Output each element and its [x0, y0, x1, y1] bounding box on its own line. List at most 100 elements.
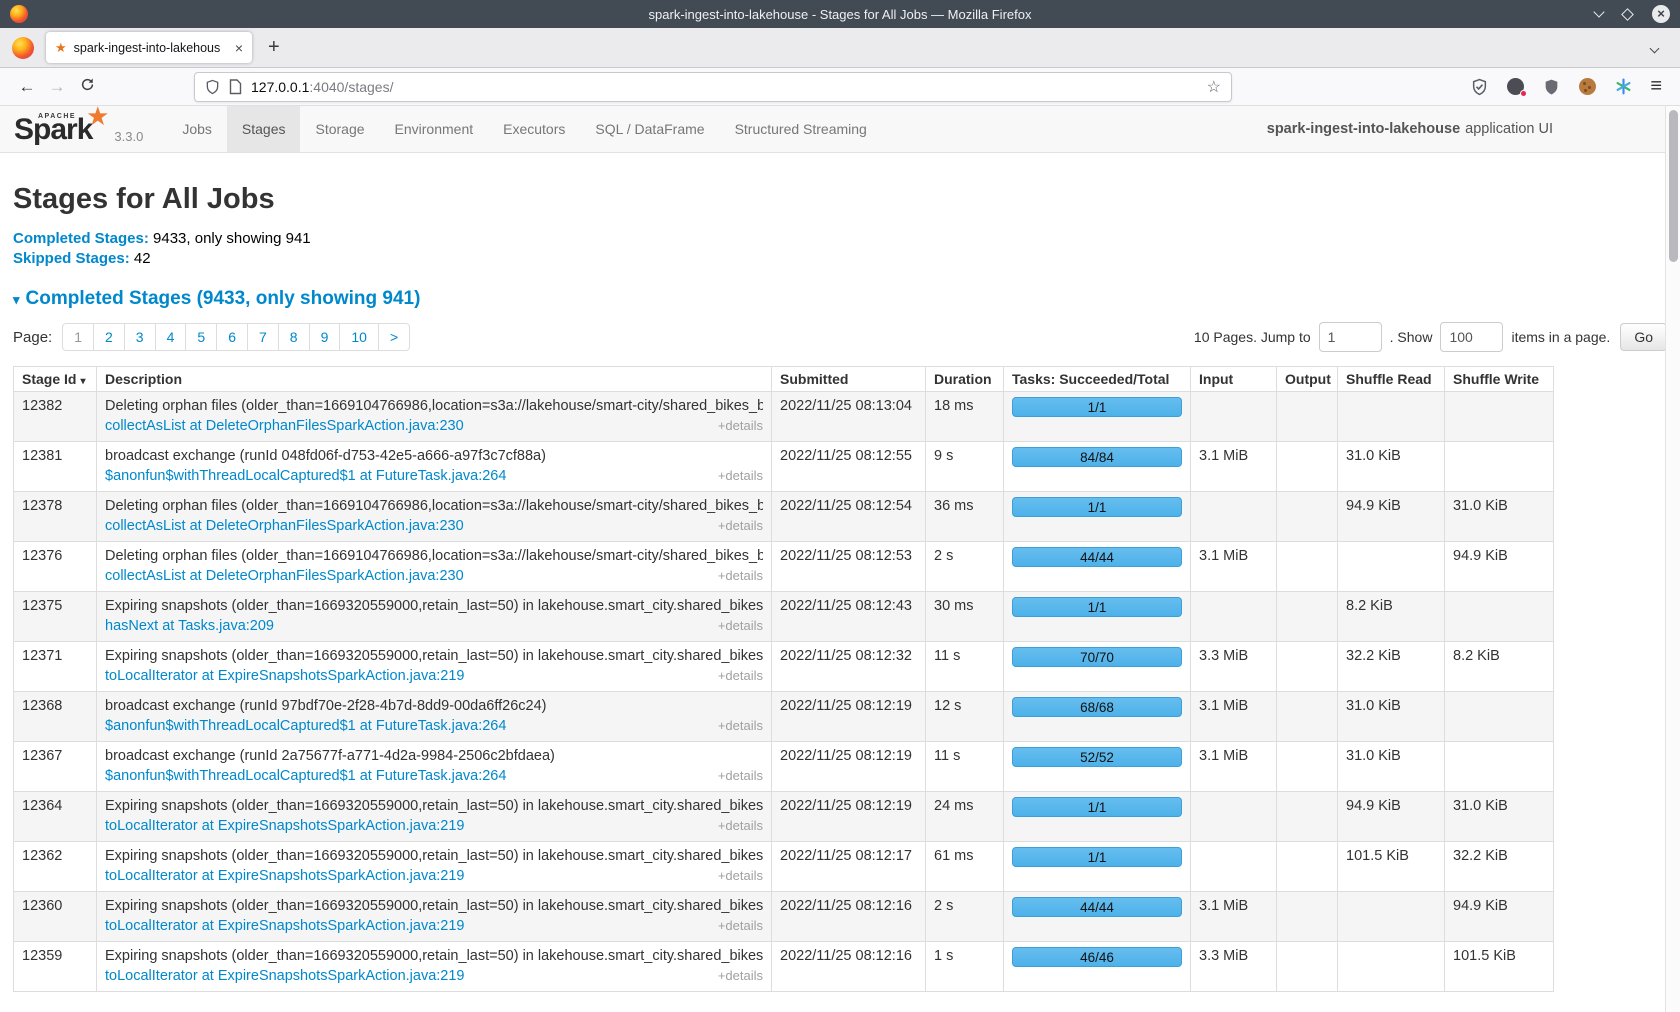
stage-callsite-link[interactable]: toLocalIterator at ExpireSnapshotsSparkA…	[105, 967, 465, 986]
nav-item-structured-streaming[interactable]: Structured Streaming	[720, 106, 882, 152]
list-tabs-chevron-icon[interactable]	[1650, 43, 1660, 53]
stage-callsite-link[interactable]: toLocalIterator at ExpireSnapshotsSparkA…	[105, 817, 465, 836]
summary: Completed Stages: 9433, only showing 941…	[13, 229, 1667, 269]
maximize-icon[interactable]	[1621, 8, 1634, 21]
nav-item-storage[interactable]: Storage	[300, 106, 379, 152]
container-extension-icon[interactable]	[1506, 77, 1525, 96]
details-toggle[interactable]: +details	[718, 466, 763, 485]
tab-strip: ★ spark-ingest-into-lakehous × +	[0, 28, 1680, 68]
shield-icon[interactable]	[205, 79, 220, 95]
tasks-count: 44/44	[1080, 548, 1114, 567]
skipped-stages-link[interactable]: Skipped Stages:	[13, 250, 130, 267]
tab-close-icon[interactable]: ×	[235, 40, 243, 56]
completed-stages-section-header[interactable]: ▾Completed Stages (9433, only showing 94…	[13, 288, 1667, 310]
stage-callsite-link[interactable]: $anonfun$withThreadLocalCaptured$1 at Fu…	[105, 717, 506, 736]
page-button-5[interactable]: 5	[185, 323, 217, 351]
details-toggle[interactable]: +details	[718, 516, 763, 535]
column-header-tasks-succeeded-total[interactable]: Tasks: Succeeded/Total	[1004, 367, 1191, 392]
shield-check-extension-icon[interactable]	[1470, 77, 1489, 96]
stage-callsite-link[interactable]: toLocalIterator at ExpireSnapshotsSparkA…	[105, 667, 465, 686]
table-row: 12381 broadcast exchange (runId 048fd06f…	[14, 442, 1554, 492]
hamburger-menu-icon[interactable]: ≡	[1650, 75, 1662, 98]
url-text[interactable]: 127.0.0.1:4040/stages/	[251, 79, 1207, 95]
column-header-duration[interactable]: Duration	[926, 367, 1004, 392]
jump-to-input[interactable]	[1319, 322, 1382, 352]
window-title: spark-ingest-into-lakehouse - Stages for…	[0, 7, 1680, 22]
stage-callsite-link[interactable]: toLocalIterator at ExpireSnapshotsSparkA…	[105, 917, 465, 936]
page-info-icon[interactable]	[229, 79, 242, 95]
shuffle-write-cell	[1445, 692, 1554, 742]
details-toggle[interactable]: +details	[718, 916, 763, 935]
back-button[interactable]: ←	[12, 77, 42, 97]
stage-callsite-link[interactable]: hasNext at Tasks.java:209	[105, 617, 274, 636]
scrollbar-thumb[interactable]	[1669, 110, 1678, 262]
details-toggle[interactable]: +details	[718, 816, 763, 835]
page-button-1[interactable]: 1	[62, 323, 94, 351]
stage-callsite-link[interactable]: collectAsList at DeleteOrphanFilesSparkA…	[105, 567, 464, 586]
details-toggle[interactable]: +details	[718, 666, 763, 685]
output-cell	[1277, 392, 1338, 442]
column-header-shuffle-read[interactable]: Shuffle Read	[1338, 367, 1445, 392]
details-toggle[interactable]: +details	[718, 866, 763, 885]
stage-callsite-link[interactable]: toLocalIterator at ExpireSnapshotsSparkA…	[105, 867, 465, 886]
go-button[interactable]: Go	[1620, 323, 1667, 351]
new-tab-button[interactable]: +	[268, 36, 280, 59]
stage-id: 12378	[14, 492, 97, 542]
page-button-6[interactable]: 6	[216, 323, 248, 351]
shuffle-read-cell	[1338, 892, 1445, 942]
stage-callsite-link[interactable]: $anonfun$withThreadLocalCaptured$1 at Fu…	[105, 767, 506, 786]
asterisk-extension-icon[interactable]	[1614, 77, 1633, 96]
nav-item-executors[interactable]: Executors	[488, 106, 580, 152]
ublock-extension-icon[interactable]	[1542, 77, 1561, 96]
column-header-output[interactable]: Output	[1277, 367, 1338, 392]
tasks-count: 1/1	[1088, 798, 1107, 817]
url-bar[interactable]: 127.0.0.1:4040/stages/ ☆	[194, 72, 1232, 102]
completed-stages-link[interactable]: Completed Stages:	[13, 230, 149, 247]
browser-tab[interactable]: ★ spark-ingest-into-lakehous ×	[46, 32, 252, 63]
details-toggle[interactable]: +details	[718, 566, 763, 585]
details-toggle[interactable]: +details	[718, 416, 763, 435]
show-label: . Show	[1390, 329, 1433, 345]
page-button-next[interactable]: >	[378, 323, 410, 351]
details-toggle[interactable]: +details	[718, 616, 763, 635]
page-button-4[interactable]: 4	[155, 323, 187, 351]
column-header-shuffle-write[interactable]: Shuffle Write	[1445, 367, 1554, 392]
reload-button[interactable]	[72, 77, 102, 97]
minimize-icon[interactable]	[1593, 6, 1604, 17]
stages-table-body: 12382 Deleting orphan files (older_than=…	[14, 392, 1554, 992]
details-toggle[interactable]: +details	[718, 966, 763, 985]
nav-item-jobs[interactable]: Jobs	[167, 106, 227, 152]
stage-callsite-link[interactable]: collectAsList at DeleteOrphanFilesSparkA…	[105, 417, 464, 436]
bookmark-star-icon[interactable]: ☆	[1207, 77, 1221, 97]
column-header-submitted[interactable]: Submitted	[772, 367, 926, 392]
stage-callsite-link[interactable]: $anonfun$withThreadLocalCaptured$1 at Fu…	[105, 467, 506, 486]
page-button-9[interactable]: 9	[309, 323, 341, 351]
nav-item-stages[interactable]: Stages	[227, 106, 301, 152]
nav-item-sql-dataframe[interactable]: SQL / DataFrame	[580, 106, 719, 152]
show-count-input[interactable]	[1440, 322, 1503, 352]
stage-callsite-link[interactable]: collectAsList at DeleteOrphanFilesSparkA…	[105, 517, 464, 536]
page-button-10[interactable]: 10	[339, 323, 379, 351]
column-header-description[interactable]: Description	[97, 367, 772, 392]
page-button-3[interactable]: 3	[124, 323, 156, 351]
page-button-7[interactable]: 7	[247, 323, 279, 351]
cookie-extension-icon[interactable]	[1578, 77, 1597, 96]
spark-logo[interactable]: APACHE Spark ★ 3.3.0	[0, 106, 157, 152]
vertical-scrollbar[interactable]	[1665, 106, 1680, 1012]
stage-description: Expiring snapshots (older_than=166932055…	[105, 647, 763, 666]
tasks-count: 1/1	[1088, 848, 1107, 867]
page-button-8[interactable]: 8	[278, 323, 310, 351]
shuffle-read-cell: 94.9 KiB	[1338, 492, 1445, 542]
forward-button[interactable]: →	[42, 77, 72, 97]
column-header-input[interactable]: Input	[1191, 367, 1277, 392]
firefox-view-icon[interactable]	[12, 37, 34, 59]
shuffle-write-cell	[1445, 442, 1554, 492]
details-toggle[interactable]: +details	[718, 766, 763, 785]
details-toggle[interactable]: +details	[718, 716, 763, 735]
nav-item-environment[interactable]: Environment	[380, 106, 489, 152]
column-header-stage-id[interactable]: Stage Id▾	[14, 367, 97, 392]
close-icon[interactable]: ×	[1652, 5, 1670, 23]
page-button-2[interactable]: 2	[93, 323, 125, 351]
tasks-progress-bar: 1/1	[1012, 847, 1182, 867]
stage-id: 12376	[14, 542, 97, 592]
